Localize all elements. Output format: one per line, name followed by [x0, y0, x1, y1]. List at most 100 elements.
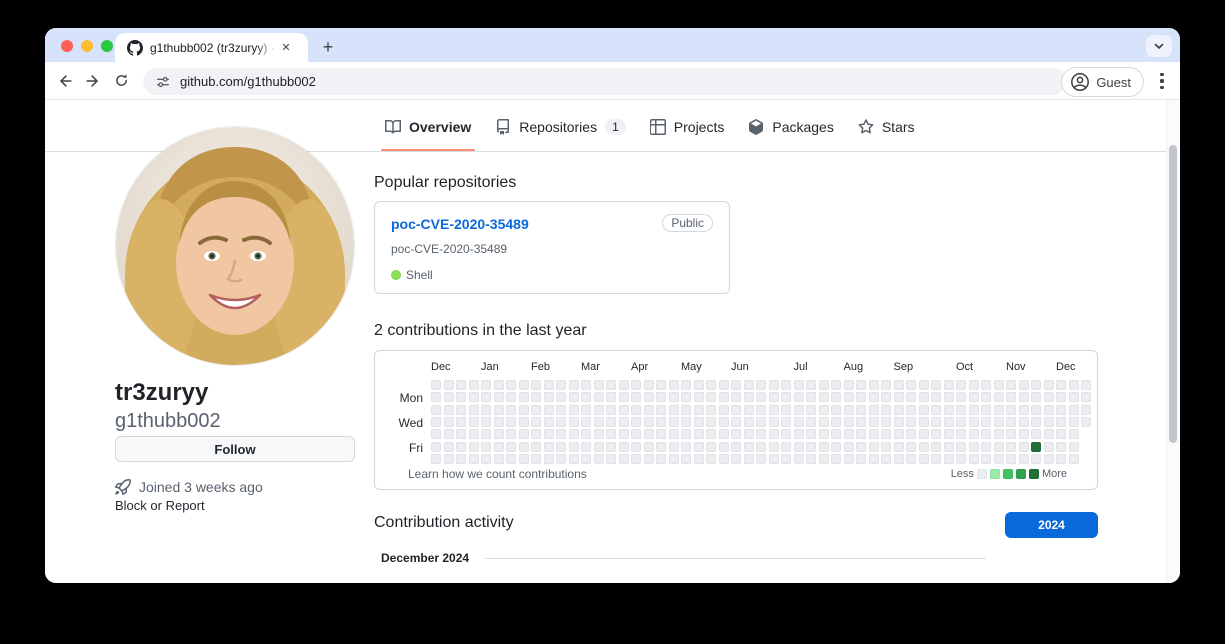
- contribution-cell[interactable]: [906, 417, 916, 427]
- contribution-cell[interactable]: [869, 380, 879, 390]
- contribution-cell[interactable]: [881, 442, 891, 452]
- contribution-cell[interactable]: [631, 417, 641, 427]
- contribution-cell[interactable]: [831, 392, 841, 402]
- contribution-cell[interactable]: [1056, 429, 1066, 439]
- contribution-cell[interactable]: [981, 417, 991, 427]
- contribution-cell[interactable]: [869, 442, 879, 452]
- contribution-cell[interactable]: [981, 392, 991, 402]
- contribution-cell[interactable]: [1019, 392, 1029, 402]
- contribution-cell[interactable]: [806, 380, 816, 390]
- contribution-cell[interactable]: [1031, 442, 1041, 452]
- contribution-cell[interactable]: [919, 380, 929, 390]
- nav-tab-projects[interactable]: Projects: [642, 103, 733, 151]
- contribution-cell[interactable]: [781, 429, 791, 439]
- contribution-cell[interactable]: [719, 442, 729, 452]
- contribution-cell[interactable]: [706, 392, 716, 402]
- contribution-cell[interactable]: [581, 392, 591, 402]
- contribution-cell[interactable]: [569, 442, 579, 452]
- contribution-cell[interactable]: [681, 380, 691, 390]
- contribution-cell[interactable]: [494, 429, 504, 439]
- contribution-cell[interactable]: [994, 429, 1004, 439]
- contribution-cell[interactable]: [469, 405, 479, 415]
- contribution-cell[interactable]: [906, 405, 916, 415]
- contribution-cell[interactable]: [594, 454, 604, 464]
- contribution-cell[interactable]: [569, 392, 579, 402]
- minimize-window-button[interactable]: [81, 40, 93, 52]
- contribution-cell[interactable]: [431, 380, 441, 390]
- contribution-cell[interactable]: [944, 405, 954, 415]
- learn-contributions-link[interactable]: Learn how we count contributions: [408, 467, 587, 481]
- contribution-cell[interactable]: [994, 442, 1004, 452]
- contribution-cell[interactable]: [1069, 380, 1079, 390]
- contribution-cell[interactable]: [519, 429, 529, 439]
- contribution-cell[interactable]: [1044, 380, 1054, 390]
- contribution-cell[interactable]: [906, 429, 916, 439]
- contribution-cell[interactable]: [731, 454, 741, 464]
- contribution-cell[interactable]: [806, 442, 816, 452]
- contribution-cell[interactable]: [681, 417, 691, 427]
- contribution-cell[interactable]: [444, 392, 454, 402]
- contribution-cell[interactable]: [1019, 454, 1029, 464]
- contribution-cell[interactable]: [756, 442, 766, 452]
- contribution-cell[interactable]: [444, 429, 454, 439]
- year-2024-button[interactable]: 2024: [1005, 512, 1098, 538]
- contribution-cell[interactable]: [956, 442, 966, 452]
- contribution-cell[interactable]: [744, 417, 754, 427]
- contribution-cell[interactable]: [969, 380, 979, 390]
- contribution-cell[interactable]: [669, 417, 679, 427]
- contribution-cell[interactable]: [1031, 405, 1041, 415]
- contribution-cell[interactable]: [431, 405, 441, 415]
- contribution-cell[interactable]: [644, 454, 654, 464]
- contribution-cell[interactable]: [819, 392, 829, 402]
- contribution-cell[interactable]: [969, 442, 979, 452]
- contribution-cell[interactable]: [1044, 454, 1054, 464]
- contribution-cell[interactable]: [744, 405, 754, 415]
- contribution-cell[interactable]: [781, 417, 791, 427]
- contribution-cell[interactable]: [656, 380, 666, 390]
- contribution-cell[interactable]: [1031, 454, 1041, 464]
- contribution-cell[interactable]: [844, 429, 854, 439]
- contribution-cell[interactable]: [619, 429, 629, 439]
- contribution-cell[interactable]: [844, 392, 854, 402]
- contribution-cell[interactable]: [1081, 417, 1091, 427]
- contribution-cell[interactable]: [656, 417, 666, 427]
- contribution-cell[interactable]: [681, 405, 691, 415]
- contribution-cell[interactable]: [969, 417, 979, 427]
- contribution-cell[interactable]: [994, 405, 1004, 415]
- contribution-cell[interactable]: [619, 380, 629, 390]
- contribution-cell[interactable]: [969, 454, 979, 464]
- contribution-cell[interactable]: [744, 442, 754, 452]
- contribution-cell[interactable]: [631, 405, 641, 415]
- contribution-cell[interactable]: [444, 405, 454, 415]
- contribution-cell[interactable]: [1019, 380, 1029, 390]
- contribution-cell[interactable]: [1069, 429, 1079, 439]
- contribution-cell[interactable]: [644, 392, 654, 402]
- contribution-cell[interactable]: [569, 454, 579, 464]
- contribution-cell[interactable]: [906, 380, 916, 390]
- browser-menu-button[interactable]: [1152, 70, 1172, 92]
- contribution-cell[interactable]: [469, 380, 479, 390]
- contribution-cell[interactable]: [594, 380, 604, 390]
- contribution-cell[interactable]: [1019, 442, 1029, 452]
- contribution-cell[interactable]: [831, 454, 841, 464]
- contribution-cell[interactable]: [506, 392, 516, 402]
- contribution-cell[interactable]: [944, 454, 954, 464]
- scrollbar[interactable]: [1166, 100, 1180, 583]
- contribution-cell[interactable]: [931, 380, 941, 390]
- contribution-cell[interactable]: [1044, 417, 1054, 427]
- contribution-cell[interactable]: [644, 429, 654, 439]
- contribution-cell[interactable]: [594, 392, 604, 402]
- contribution-cell[interactable]: [944, 392, 954, 402]
- contribution-cell[interactable]: [894, 429, 904, 439]
- contribution-cell[interactable]: [956, 405, 966, 415]
- contribution-cell[interactable]: [719, 429, 729, 439]
- block-or-report-link[interactable]: Block or Report: [115, 498, 205, 513]
- contribution-cell[interactable]: [956, 417, 966, 427]
- contribution-cell[interactable]: [706, 405, 716, 415]
- contribution-cell[interactable]: [531, 392, 541, 402]
- contribution-cell[interactable]: [669, 392, 679, 402]
- contribution-cell[interactable]: [931, 417, 941, 427]
- contribution-cell[interactable]: [869, 454, 879, 464]
- contribution-cell[interactable]: [881, 454, 891, 464]
- contribution-cell[interactable]: [981, 442, 991, 452]
